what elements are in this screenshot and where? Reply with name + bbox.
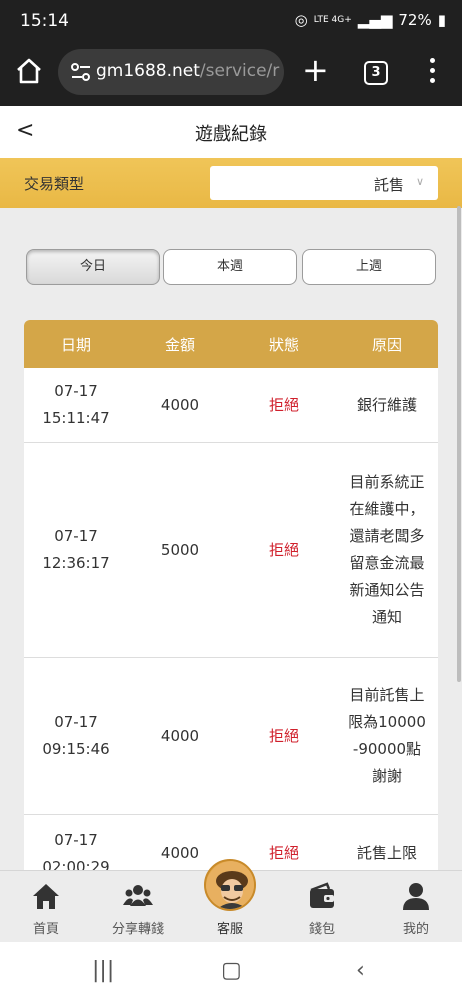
header-date: 日期 bbox=[60, 336, 91, 354]
browser-toolbar: gm1688.net/service/r + 3 bbox=[0, 40, 462, 106]
url-host: gm1688.net bbox=[96, 61, 200, 81]
records-table: 日期 金額 狀態 原因 07-17 15:11:47 4000 拒絕 銀行維護 0… bbox=[24, 320, 438, 870]
tab-last-week[interactable]: 上週 bbox=[302, 249, 436, 285]
home-icon[interactable] bbox=[14, 56, 44, 86]
nav-wallet[interactable]: 錢包 bbox=[276, 871, 368, 943]
cell-status: 拒絕 bbox=[268, 844, 299, 862]
status-icons: ◎ LTE 4G+ ▂▄▆ 72% ▮ bbox=[295, 11, 446, 29]
cell-status: 拒絕 bbox=[268, 540, 299, 559]
recent-apps-button[interactable]: ||| bbox=[92, 958, 114, 983]
wallet-icon bbox=[310, 882, 334, 908]
user-icon bbox=[403, 883, 429, 910]
table-row: 07-17 12:36:17 5000 拒絕 目前系統正在維護中，還請老闆多留意金… bbox=[24, 443, 438, 658]
status-bar: 15:14 ◎ LTE 4G+ ▂▄▆ 72% ▮ bbox=[0, 0, 462, 40]
transaction-type-select[interactable]: 託售 ∨ bbox=[210, 166, 438, 200]
cell-date: 07-17 bbox=[54, 527, 98, 545]
nav-profile[interactable]: 我的 bbox=[370, 871, 462, 943]
system-home-button[interactable]: ▢ bbox=[221, 958, 242, 983]
cell-datetime: 07-17 15:11:47 bbox=[24, 368, 128, 442]
cell-time: 09:15:46 bbox=[42, 740, 110, 758]
users-icon bbox=[123, 885, 153, 906]
table-row: 07-17 15:11:47 4000 拒絕 銀行維護 bbox=[24, 368, 438, 443]
url-path: /service/r bbox=[199, 61, 280, 81]
period-tabs: 今日 本週 上週 bbox=[26, 249, 436, 285]
cell-time: 12:36:17 bbox=[42, 554, 110, 572]
nav-label: 首頁 bbox=[32, 922, 59, 937]
nav-support[interactable]: 客服 bbox=[184, 859, 276, 943]
cell-amount: 4000 bbox=[160, 395, 200, 414]
system-nav-bar: ||| ▢ ‹ bbox=[0, 942, 462, 1000]
cell-time: 02:00:29 bbox=[42, 857, 110, 871]
signal-icon: ▂▄▆ bbox=[357, 11, 393, 29]
support-agent-icon bbox=[206, 861, 254, 909]
cell-status: 拒絕 bbox=[268, 726, 299, 745]
browser-menu-icon[interactable] bbox=[430, 58, 436, 86]
system-back-button[interactable]: ‹ bbox=[356, 958, 365, 983]
cell-date: 07-17 bbox=[54, 713, 98, 731]
address-bar[interactable]: gm1688.net/service/r bbox=[58, 49, 284, 95]
network-label: LTE 4G+ bbox=[313, 14, 352, 25]
cell-datetime: 07-17 02:00:29 bbox=[24, 815, 128, 871]
cell-amount: 4000 bbox=[160, 726, 200, 745]
header-reason: 原因 bbox=[371, 336, 402, 354]
cell-reason: 託售上限 bbox=[356, 844, 417, 862]
header-status: 狀態 bbox=[268, 336, 299, 354]
cell-reason: 銀行維護 bbox=[356, 395, 417, 414]
select-value: 託售 bbox=[373, 176, 404, 194]
cell-reason: 目前系統正在維護中，還請老闆多留意金流最新通知公告通知 bbox=[349, 473, 425, 626]
cell-date: 07-17 bbox=[54, 830, 98, 849]
nav-label: 我的 bbox=[402, 922, 429, 937]
tab-this-week[interactable]: 本週 bbox=[163, 249, 297, 285]
table-header: 日期 金額 狀態 原因 bbox=[24, 320, 438, 368]
site-settings-icon[interactable] bbox=[70, 62, 92, 82]
nav-label: 客服 bbox=[216, 922, 243, 937]
nav-label: 錢包 bbox=[308, 922, 335, 937]
transaction-type-filter: 交易類型 託售 ∨ bbox=[0, 158, 462, 208]
page-title: 遊戲紀錄 bbox=[195, 124, 267, 145]
battery-level: 72% bbox=[398, 11, 432, 29]
cell-datetime: 07-17 09:15:46 bbox=[24, 658, 128, 814]
hotspot-icon: ◎ bbox=[294, 11, 308, 29]
header-amount: 金額 bbox=[164, 336, 195, 354]
nav-label: 分享轉錢 bbox=[111, 922, 164, 937]
page-header: < 遊戲紀錄 bbox=[0, 106, 462, 158]
table-row: 07-17 09:15:46 4000 拒絕 目前託售上限為10000-90000… bbox=[24, 658, 438, 815]
cell-date: 07-17 bbox=[54, 382, 98, 400]
cell-status: 拒絕 bbox=[268, 395, 299, 414]
new-tab-button[interactable]: + bbox=[302, 52, 329, 88]
filter-label: 交易類型 bbox=[24, 175, 85, 193]
status-time: 15:14 bbox=[20, 11, 69, 31]
tab-today[interactable]: 今日 bbox=[26, 249, 160, 285]
tab-switcher-button[interactable]: 3 bbox=[364, 61, 388, 85]
nav-share-transfer[interactable]: 分享轉錢 bbox=[92, 871, 184, 943]
chevron-down-icon: ∨ bbox=[415, 175, 424, 188]
battery-icon: ▮ bbox=[437, 11, 446, 29]
cell-reason: 目前託售上限為10000-90000點謝謝 bbox=[348, 686, 426, 785]
bottom-nav: 首頁 分享轉錢 客服 錢包 我的 bbox=[0, 859, 462, 943]
home-icon bbox=[33, 884, 59, 909]
cell-time: 15:11:47 bbox=[42, 409, 110, 427]
cell-amount: 5000 bbox=[160, 540, 200, 559]
nav-home[interactable]: 首頁 bbox=[0, 871, 92, 943]
url-text[interactable]: gm1688.net/service/r bbox=[96, 61, 279, 81]
cell-datetime: 07-17 12:36:17 bbox=[24, 443, 128, 657]
page-scrollbar[interactable] bbox=[457, 206, 461, 682]
support-avatar bbox=[204, 859, 256, 911]
